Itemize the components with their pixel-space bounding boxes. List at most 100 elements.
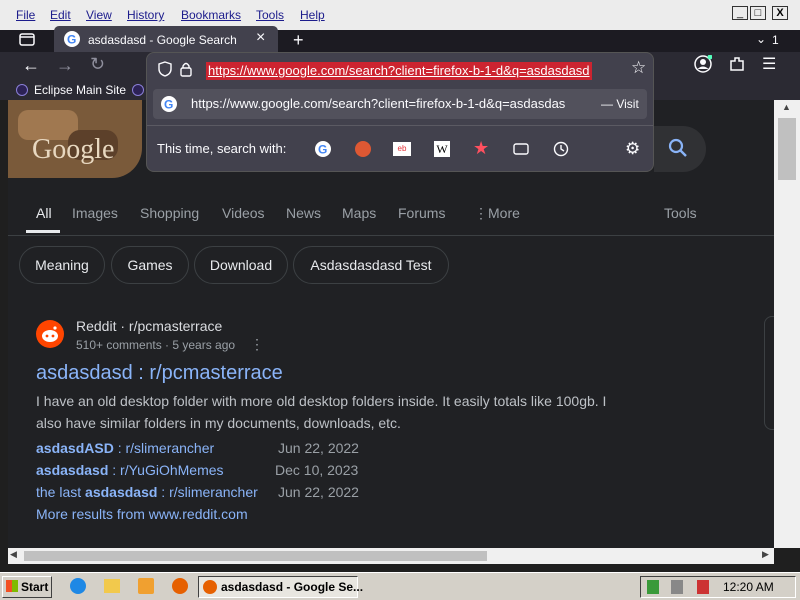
sublink-date: Dec 10, 2023 [275,462,359,478]
menu-help[interactable]: Help [300,8,325,22]
firefox-icon[interactable] [172,578,188,594]
more-results-link[interactable]: More results from www.reddit.com [36,506,248,522]
tray-volume-icon[interactable] [697,580,709,594]
search-icon[interactable] [668,138,688,158]
tab-overview-icon[interactable] [18,31,36,47]
media-player-icon[interactable] [138,578,154,594]
url-input-selected-text[interactable]: https://www.google.com/search?client=fir… [206,62,592,80]
account-icon[interactable] [694,54,713,73]
bookmark-star-icon[interactable]: ☆ [631,58,646,78]
google-doodle-logo[interactable]: Google [8,100,142,178]
scroll-right-icon[interactable]: ▶ [762,549,769,560]
google-engine-icon[interactable]: G [315,141,331,157]
horizontal-scrollbar[interactable]: ◀ ▶ [8,548,774,564]
tab-more[interactable]: More [488,205,520,221]
result-snippet: I have an old desktop folder with more o… [36,393,607,431]
ebay-engine-icon[interactable]: eb [393,142,411,156]
svg-text:G: G [67,33,76,47]
chip-meaning[interactable]: Meaning [19,246,105,284]
history-search-icon[interactable] [553,141,569,157]
tab-active-indicator [26,230,60,233]
result-options-icon[interactable]: ⋮ [250,336,264,353]
menu-view[interactable]: View [86,8,112,22]
popup-divider [147,125,653,126]
wikipedia-engine-icon[interactable]: W [434,141,450,157]
tab-forums[interactable]: Forums [398,205,445,221]
menu-tools[interactable]: Tools [256,8,284,22]
tray-security-icon[interactable] [647,580,659,594]
tab-tools[interactable]: Tools [664,205,697,221]
side-panel-edge [764,316,774,430]
lock-icon[interactable] [179,61,193,77]
google-logo-text: Google [32,134,115,165]
chip-games[interactable]: Games [111,246,189,284]
tab-images[interactable]: Images [72,205,118,221]
sublink-row[interactable]: asdasdASD : r/slimerancher [36,440,214,456]
result-source[interactable]: Reddit · r/pcmasterrace [76,318,222,334]
taskbar: Start asdasdasd - Google Se... 12:20 AM [0,572,800,600]
sublink-bold: asdasdasd [36,462,109,478]
reload-icon[interactable]: ↻ [90,54,105,75]
urlbar-input-row[interactable]: https://www.google.com/search?client=fir… [153,57,647,81]
tab-count: 1 [772,33,779,47]
menu-file[interactable]: File [16,8,35,22]
google-favicon: G [64,31,80,47]
tabs-search-icon[interactable] [513,142,529,156]
url-suggestion[interactable]: G https://www.google.com/search?client=f… [153,89,647,119]
tabs-divider [8,235,774,236]
tab-list-chevron-icon[interactable]: ⌄ [756,32,766,46]
sublink-rest: : r/YuGiOhMemes [108,462,224,478]
bookmark-eclipse[interactable]: Eclipse Main Site [34,83,126,97]
tray-network-icon[interactable] [671,580,683,594]
maximize-button[interactable]: □ [750,6,766,20]
start-label: Start [21,580,49,594]
ie-icon[interactable] [70,578,86,594]
result-meta: 510+ comments · 5 years ago [76,338,236,352]
extensions-icon[interactable] [728,55,746,73]
scroll-up-icon[interactable]: ▲ [782,102,791,112]
chip-asdasdasdasd-test[interactable]: Asdasdasdasd Test [293,246,449,284]
taskbar-window-title: asdasdasd - Google Se... [221,580,364,594]
suggestion-url: https://www.google.com/search?client=fir… [191,96,566,111]
bookmarks-search-icon[interactable]: ★ [473,138,489,159]
result-title-link[interactable]: asdasdasd : r/pcmasterrace [36,362,283,385]
folder-icon[interactable] [104,579,120,593]
vertical-scrollbar[interactable]: ▲ [774,100,800,548]
close-window-button[interactable]: X [772,6,788,20]
taskbar-window-button[interactable]: asdasdasd - Google Se... [198,576,363,598]
eclipse-icon [16,84,28,96]
back-icon[interactable]: ← [22,55,40,76]
menu-hamburger-icon[interactable]: ☰ [762,54,776,74]
sublink-pre: the last [36,484,86,500]
tab-maps[interactable]: Maps [342,205,376,221]
menu-bookmarks[interactable]: Bookmarks [181,8,241,22]
tab-all[interactable]: All [36,205,52,221]
tab-videos[interactable]: Videos [222,205,265,221]
start-button[interactable]: Start [2,576,52,598]
clock: 12:20 AM [723,580,774,594]
new-tab-button[interactable]: + [293,30,304,51]
scroll-left-icon[interactable]: ◀ [10,549,17,560]
system-tray: 12:20 AM [640,576,796,598]
search-settings-gear-icon[interactable]: ⚙ [625,139,640,159]
svg-text:G: G [164,98,173,112]
menu-edit[interactable]: Edit [50,8,71,22]
sublink-bold: asdasdasd [85,484,158,500]
duckduckgo-engine-icon[interactable] [355,141,371,157]
menu-history[interactable]: History [127,8,164,22]
tab-shopping[interactable]: Shopping [140,205,199,221]
sublink-row[interactable]: asdasdasd : r/YuGiOhMemes [36,462,224,478]
vertical-scroll-thumb[interactable] [778,118,796,180]
tracking-protection-shield-icon[interactable] [157,61,173,77]
forward-icon[interactable]: → [56,55,74,76]
sublink-row[interactable]: the last asdasdasd : r/slimerancher [36,484,258,500]
chip-download[interactable]: Download [194,246,288,284]
reddit-icon [36,320,64,348]
eclipse-icon [132,84,144,96]
tab-close-icon[interactable]: × [256,29,265,47]
horizontal-scroll-thumb[interactable] [24,551,487,561]
tab-title: asdasdasd - Google Search [88,33,237,47]
minimize-button[interactable]: _ [732,6,748,20]
tab-news[interactable]: News [286,205,321,221]
tab-active[interactable]: G asdasdasd - Google Search × [54,26,278,53]
